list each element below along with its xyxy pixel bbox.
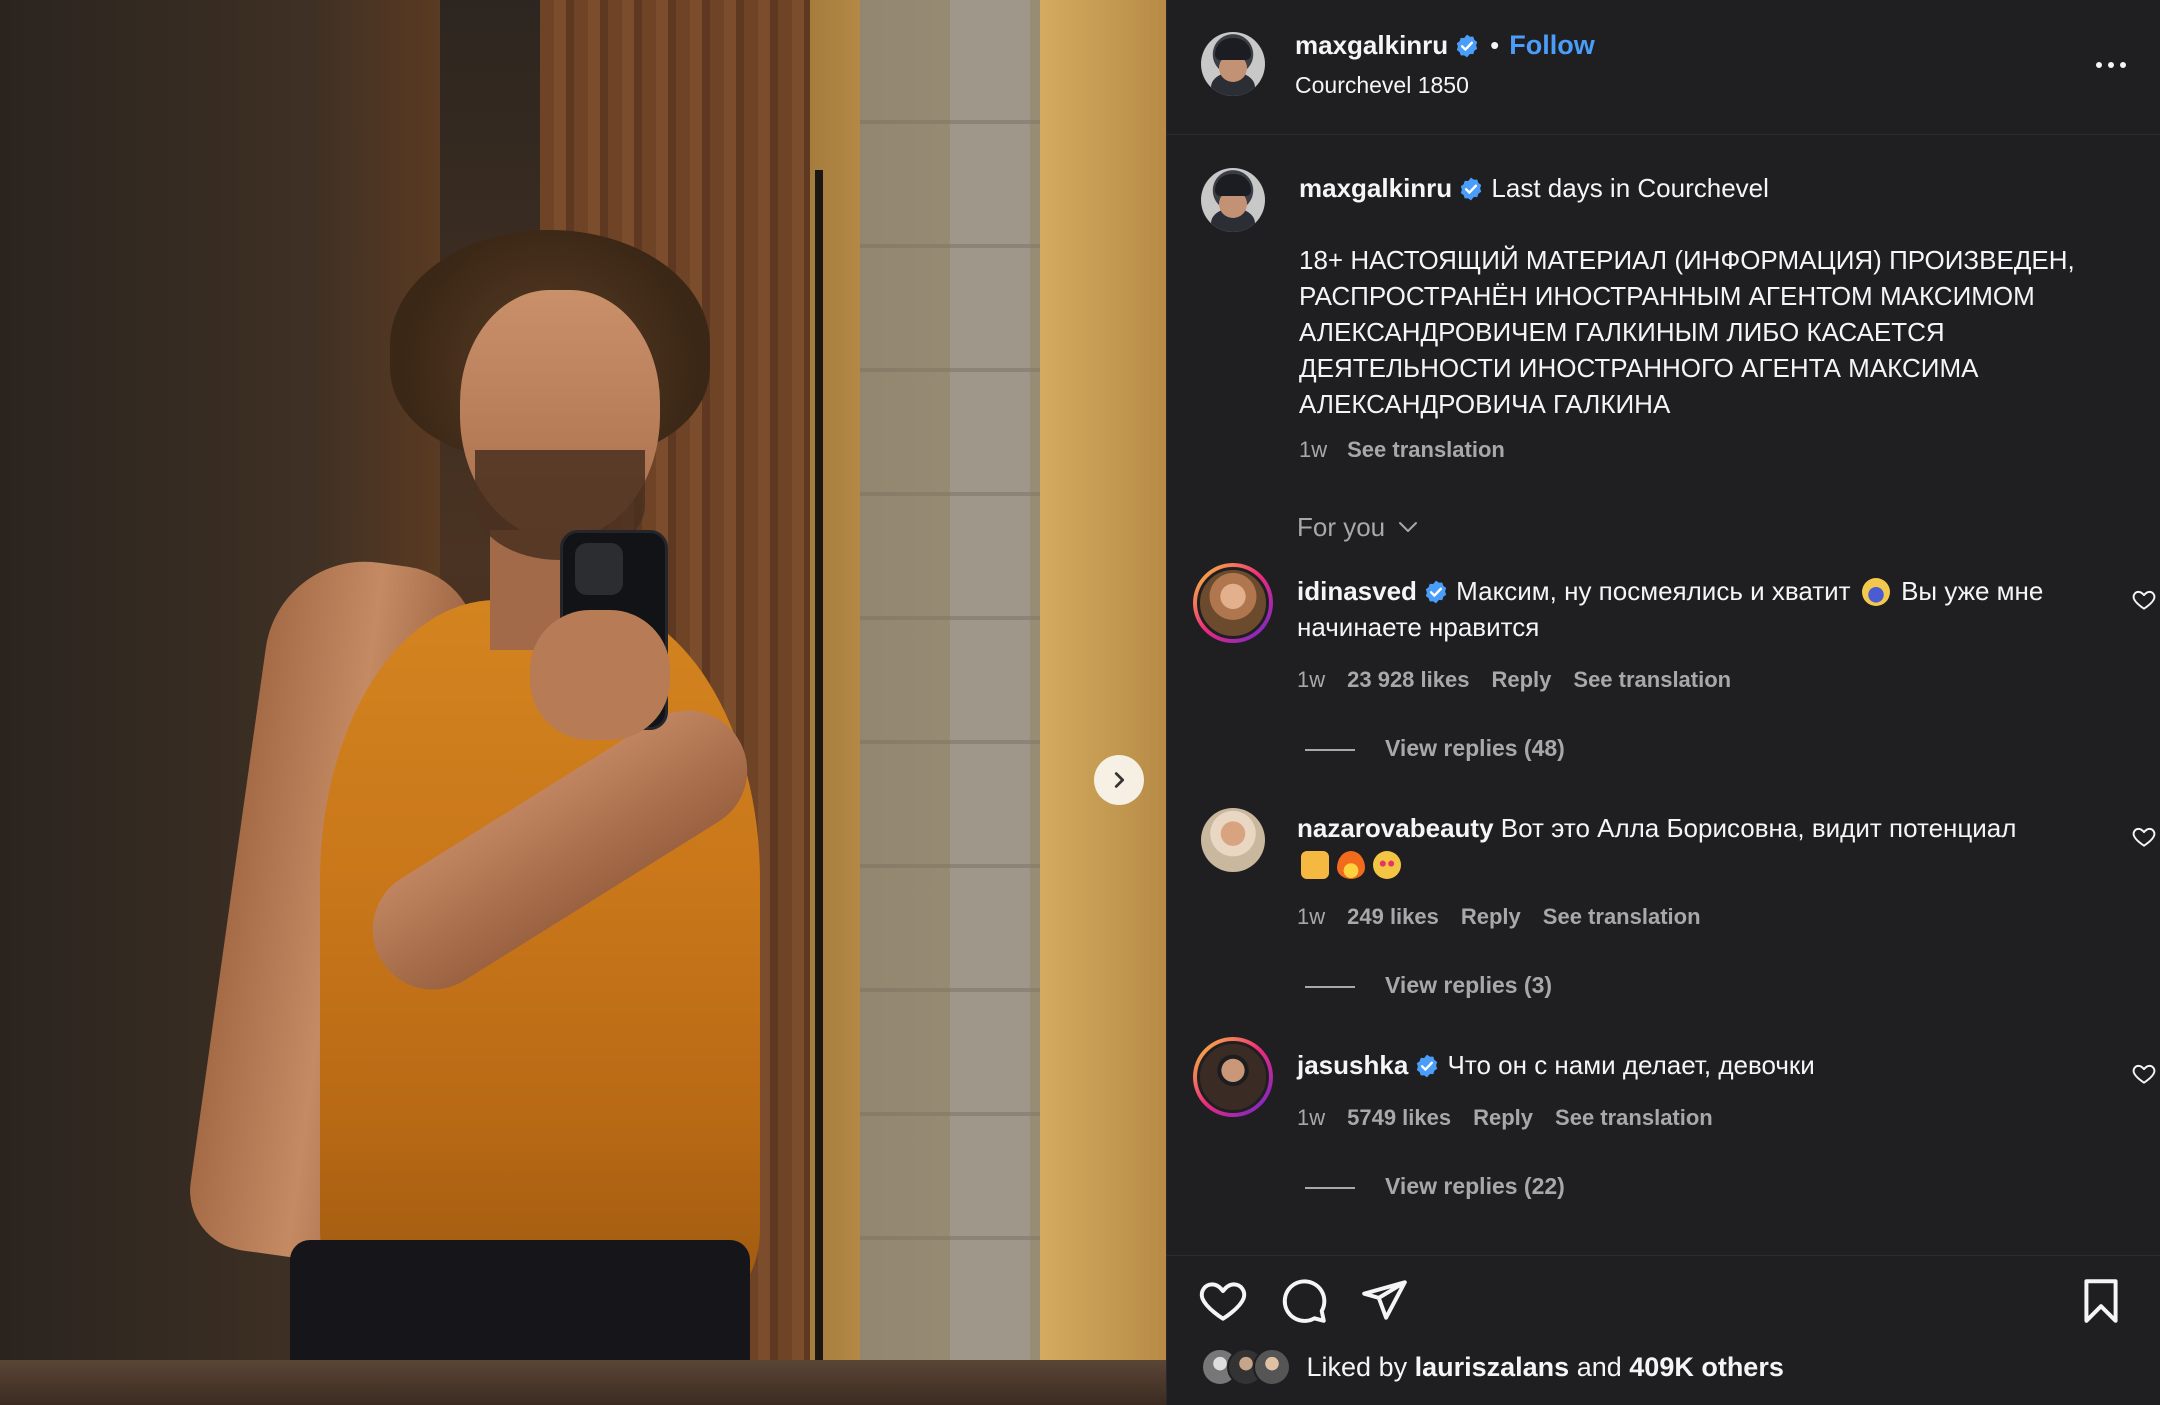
comment-likes[interactable]: 23 928 likes (1347, 667, 1469, 692)
next-photo-button[interactable] (1094, 755, 1144, 805)
comment-text: nazarovabeauty Вот это Алла Борисовна, в… (1297, 810, 2057, 882)
comment-time: 1w (1297, 667, 1326, 692)
save-bookmark-icon[interactable] (2076, 1276, 2126, 1326)
author-line: maxgalkinru • Follow (1295, 30, 1595, 61)
verified-badge-icon (1417, 1054, 1438, 1078)
post-actions: Liked by lauriszalans and 409K others (1166, 1255, 2160, 1405)
separator-dot: • (1490, 30, 1500, 60)
comment-username[interactable]: idinasved (1297, 576, 1417, 606)
comment-meta: 1w 249 likes Reply See translation (1297, 904, 1701, 930)
share-send-icon[interactable] (1359, 1276, 1409, 1326)
comment-meta: 1w 5749 likes Reply See translation (1297, 1105, 1713, 1131)
post-photo[interactable] (0, 0, 1166, 1405)
for-you-label: For you (1297, 512, 1386, 542)
see-translation-button[interactable]: See translation (1555, 1105, 1713, 1130)
comment-body: Максим, ну посмеялись и хватит (1456, 576, 1851, 606)
caption-meta: 1w See translation (1299, 437, 1505, 463)
like-heart-icon[interactable] (1198, 1276, 1248, 1326)
caption-author-avatar[interactable] (1201, 168, 1265, 232)
reply-button[interactable]: Reply (1461, 904, 1521, 929)
post-location[interactable]: Courchevel 1850 (1295, 72, 1469, 99)
comment-avatar[interactable] (1193, 563, 1273, 643)
heart-eyes-emoji-icon (1373, 851, 1401, 879)
comment: nazarovabeauty Вот это Алла Борисовна, в… (1193, 800, 2156, 1010)
liked-by-row: Liked by lauriszalans and 409K others (1201, 1348, 1784, 1386)
author-avatar[interactable] (1201, 32, 1265, 96)
caption: maxgalkinru Last days in Courchevel (1299, 170, 2129, 206)
comment-time: 1w (1297, 904, 1326, 929)
follow-button[interactable]: Follow (1509, 30, 1594, 60)
see-translation-button[interactable]: See translation (1543, 904, 1701, 929)
fire-emoji-icon (1337, 851, 1365, 879)
view-replies-button[interactable]: View replies (3) (1305, 972, 1552, 999)
liked-by-and: and (1576, 1352, 1622, 1382)
comment-text: idinasved Максим, ну посмеялись и хватит… (1297, 573, 2057, 645)
comment-username[interactable]: nazarovabeauty (1297, 813, 1494, 843)
caption-title: Last days in Courchevel (1491, 173, 1769, 203)
view-replies-button[interactable]: View replies (48) (1305, 735, 1565, 762)
comment-likes[interactable]: 5749 likes (1347, 1105, 1451, 1130)
author-username[interactable]: maxgalkinru (1295, 30, 1448, 60)
comment-meta: 1w 23 928 likes Reply See translation (1297, 667, 1731, 693)
avatar (1253, 1348, 1291, 1386)
instagram-post-view: maxgalkinru • Follow Courchevel 1850 maxga… (0, 0, 2160, 1405)
view-replies-button[interactable]: View replies (22) (1305, 1173, 1565, 1200)
more-options-icon[interactable] (2094, 48, 2128, 82)
photo-tile-strip-light (950, 0, 1030, 1405)
see-translation-button[interactable]: See translation (1573, 667, 1731, 692)
comment-avatar[interactable] (1201, 808, 1265, 872)
chevron-down-icon (1399, 522, 1418, 532)
verified-badge-icon (1456, 34, 1478, 58)
like-comment-heart-icon[interactable] (2131, 587, 2157, 613)
caption-username[interactable]: maxgalkinru (1299, 173, 1452, 203)
caption-see-translation[interactable]: See translation (1347, 437, 1505, 462)
liked-by-user[interactable]: lauriszalans (1415, 1352, 1570, 1382)
raised-hands-emoji-icon (1301, 851, 1329, 879)
caption-body: 18+ НАСТОЯЩИЙ МАТЕРИАЛ (ИНФОРМАЦИЯ) ПРОИ… (1299, 245, 2075, 419)
comment-avatar[interactable] (1193, 1037, 1273, 1117)
verified-badge-icon (1460, 177, 1482, 201)
comment-text: jasushka Что он с нами делает, девочки (1297, 1047, 2057, 1083)
scream-emoji-icon (1861, 578, 1890, 606)
post-header: maxgalkinru • Follow Courchevel 1850 (1167, 0, 2160, 135)
verified-badge-icon (1425, 580, 1447, 604)
caption-time: 1w (1299, 437, 1328, 462)
like-comment-heart-icon[interactable] (2131, 824, 2157, 850)
liked-by-others[interactable]: 409K others (1629, 1352, 1784, 1382)
post-sidebar: maxgalkinru • Follow Courchevel 1850 maxga… (1166, 0, 2160, 1405)
comment-body: Вот это Алла Борисовна, видит потенциал (1500, 813, 2017, 843)
reply-button[interactable]: Reply (1473, 1105, 1533, 1130)
comment: idinasved Максим, ну посмеялись и хватит… (1193, 563, 2156, 773)
comment-likes[interactable]: 249 likes (1347, 904, 1439, 929)
comment-username[interactable]: jasushka (1297, 1050, 1408, 1080)
comment: jasushka Что он с нами делает, девочки 1… (1193, 1037, 2156, 1247)
liked-by-avatars[interactable] (1201, 1348, 1291, 1386)
liked-by-prefix: Liked by (1306, 1352, 1408, 1382)
for-you-dropdown[interactable]: For you (1297, 512, 1420, 543)
comment-time: 1w (1297, 1105, 1326, 1130)
chevron-right-icon (1114, 772, 1125, 788)
photo-floor (0, 1360, 1166, 1405)
comment-bubble-icon[interactable] (1279, 1276, 1329, 1326)
like-comment-heart-icon[interactable] (2131, 1061, 2157, 1087)
comment-body: Что он с нами делает, девочки (1447, 1050, 1815, 1080)
reply-button[interactable]: Reply (1491, 667, 1551, 692)
photo-person (182, 230, 860, 1405)
